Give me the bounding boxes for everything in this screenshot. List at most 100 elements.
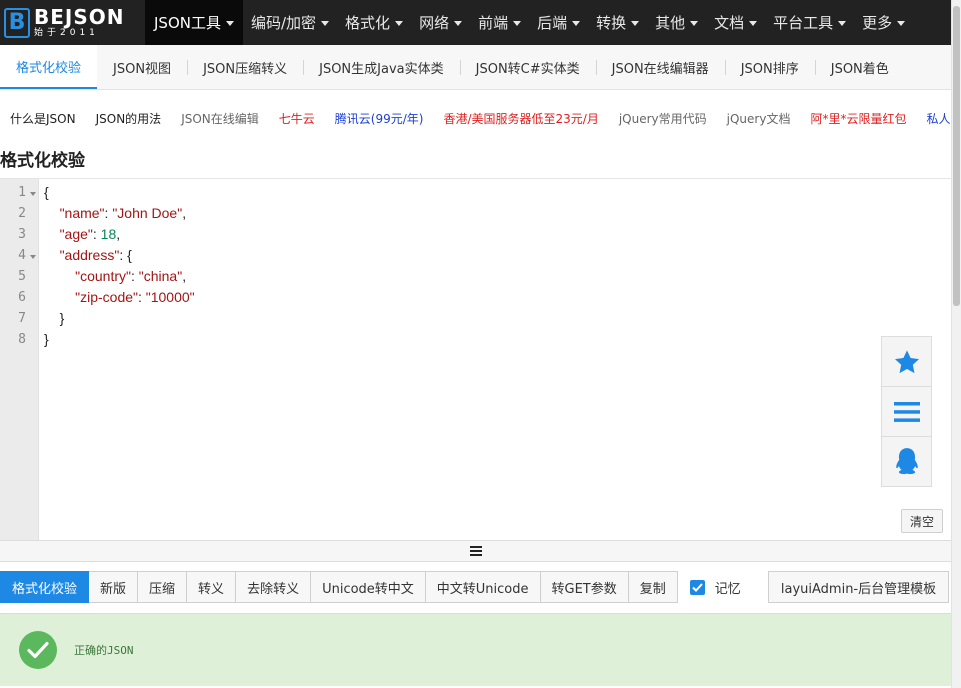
- quick-links: 什么是JSON JSON的用法 JSON在线编辑 七牛云 腾讯云(99元/年) …: [0, 100, 951, 136]
- json-key: "zip-code": [75, 289, 138, 305]
- code-token: :: [130, 268, 139, 284]
- tab-json-to-csharp[interactable]: JSON转C#实体类: [459, 45, 596, 89]
- nav-platform-tools[interactable]: 平台工具: [765, 0, 854, 45]
- caret-down-icon: [749, 21, 758, 26]
- remember-toggle[interactable]: 记忆: [689, 571, 741, 603]
- code-line: {: [44, 184, 49, 200]
- link-aliyun-redpacket[interactable]: 阿*里*云限量红包: [810, 110, 906, 127]
- nav-other[interactable]: 其他: [647, 0, 706, 45]
- nav-label: 格式化: [345, 14, 391, 32]
- chinese-to-unicode-button[interactable]: 中文转Unicode: [425, 571, 541, 603]
- line-number: 4: [18, 248, 26, 263]
- resize-handle[interactable]: [0, 540, 951, 562]
- tab-json-color[interactable]: JSON着色: [814, 45, 905, 89]
- fold-arrow-icon[interactable]: [30, 255, 36, 259]
- menu-icon: [893, 401, 920, 422]
- nav-format[interactable]: 格式化: [337, 0, 411, 45]
- json-editor[interactable]: 1 2 3 4 5 6 7 8 { "name": "John Doe", "a…: [0, 178, 951, 541]
- code-line: "zip-code": "10000": [44, 289, 195, 305]
- nav-json-tools[interactable]: JSON工具: [145, 0, 243, 45]
- page-title: 格式化校验: [0, 151, 85, 171]
- json-key: "name": [59, 205, 105, 221]
- nav-backend[interactable]: 后端: [529, 0, 588, 45]
- link-tencent-cloud[interactable]: 腾讯云(99元/年): [335, 110, 424, 127]
- code-line: }: [44, 310, 65, 326]
- line-number: 1: [18, 185, 26, 200]
- link-jquery-docs[interactable]: jQuery文档: [727, 110, 791, 127]
- code-line: "country": "china",: [44, 268, 186, 284]
- code-line: }: [44, 331, 49, 347]
- site-logo[interactable]: B BEJSON 始于2011: [0, 0, 145, 45]
- compress-button[interactable]: 压缩: [138, 571, 188, 603]
- code-line: "address": {: [44, 247, 132, 263]
- json-string: "china": [138, 268, 183, 284]
- link-private[interactable]: 私人: [926, 110, 950, 127]
- link-json-usage[interactable]: JSON的用法: [96, 110, 162, 127]
- logo-text: BEJSON 始于2011: [34, 7, 125, 38]
- layui-admin-button[interactable]: layuiAdmin-后台管理模板: [768, 571, 949, 603]
- nav-label: 其他: [655, 14, 686, 32]
- link-what-is-json[interactable]: 什么是JSON: [10, 110, 76, 127]
- fold-arrow-icon[interactable]: [30, 192, 36, 196]
- remember-checkbox[interactable]: [689, 579, 705, 595]
- page-scrollbar[interactable]: [951, 0, 961, 688]
- code-token: ,: [182, 268, 187, 284]
- floating-toolbar: [881, 336, 932, 487]
- nav-docs[interactable]: 文档: [706, 0, 765, 45]
- tab-json-online-editor[interactable]: JSON在线编辑器: [595, 45, 725, 89]
- scrollbar-thumb[interactable]: [953, 6, 960, 306]
- code-token: ,: [116, 226, 121, 242]
- to-get-params-button[interactable]: 转GET参数: [540, 571, 629, 603]
- nav-more[interactable]: 更多: [854, 0, 913, 45]
- unescape-button[interactable]: 去除转义: [236, 571, 312, 603]
- nav-label: 转换: [596, 14, 627, 32]
- favorite-button[interactable]: [882, 337, 931, 387]
- code-line: "name": "John Doe",: [44, 205, 187, 221]
- link-qiniu[interactable]: 七牛云: [279, 110, 315, 127]
- link-jquery-code[interactable]: jQuery常用代码: [619, 110, 707, 127]
- menu-button[interactable]: [882, 387, 931, 437]
- nav-encode[interactable]: 编码/加密: [243, 0, 337, 45]
- json-key: "age": [59, 226, 93, 242]
- caret-down-icon: [897, 21, 906, 26]
- tab-json-compress[interactable]: JSON压缩转义: [187, 45, 303, 89]
- code-token: ,: [182, 205, 187, 221]
- code-token: :: [92, 226, 101, 242]
- tab-json-to-java[interactable]: JSON生成Java实体类: [303, 45, 460, 89]
- nav-network[interactable]: 网络: [411, 0, 470, 45]
- nav-label: 网络: [419, 14, 450, 32]
- json-string: "John Doe": [112, 205, 183, 221]
- line-number: 8: [18, 332, 26, 347]
- nav-label: 更多: [862, 14, 893, 32]
- validation-result: 正确的JSON: [0, 613, 951, 686]
- code-token: }: [44, 331, 49, 347]
- success-check-icon: [19, 631, 57, 669]
- new-version-button[interactable]: 新版: [89, 571, 139, 603]
- json-key: "address": [59, 247, 120, 263]
- tab-json-sort[interactable]: JSON排序: [724, 45, 815, 89]
- line-number: 3: [18, 227, 26, 242]
- nav-label: 文档: [714, 14, 745, 32]
- tab-json-view[interactable]: JSON视图: [97, 45, 187, 89]
- line-number: 2: [18, 206, 26, 221]
- copy-button[interactable]: 复制: [628, 571, 678, 603]
- nav-menu: JSON工具 编码/加密 格式化 网络 前端 后端 转换 其他 文档 平台工具 …: [145, 0, 913, 45]
- top-navbar: B BEJSON 始于2011 JSON工具 编码/加密 格式化 网络 前端 后…: [0, 0, 951, 45]
- nav-convert[interactable]: 转换: [588, 0, 647, 45]
- code-token: }: [59, 310, 65, 326]
- clear-button[interactable]: 清空: [901, 509, 943, 533]
- format-validate-button[interactable]: 格式化校验: [0, 571, 90, 603]
- nav-frontend[interactable]: 前端: [470, 0, 529, 45]
- escape-button[interactable]: 转义: [187, 571, 237, 603]
- unicode-to-chinese-button[interactable]: Unicode转中文: [311, 571, 426, 603]
- code-line: "age": 18,: [44, 226, 121, 242]
- qq-button[interactable]: [882, 437, 931, 487]
- nav-label: 前端: [478, 14, 509, 32]
- link-hk-us-server[interactable]: 香港/美国服务器低至23元/月: [443, 110, 598, 127]
- caret-down-icon: [395, 21, 404, 26]
- remember-label: 记忆: [714, 581, 741, 597]
- tab-format-validate[interactable]: 格式化校验: [0, 45, 98, 89]
- qq-icon: [895, 448, 918, 475]
- link-json-online-edit[interactable]: JSON在线编辑: [181, 110, 259, 127]
- json-number: 18: [100, 226, 117, 242]
